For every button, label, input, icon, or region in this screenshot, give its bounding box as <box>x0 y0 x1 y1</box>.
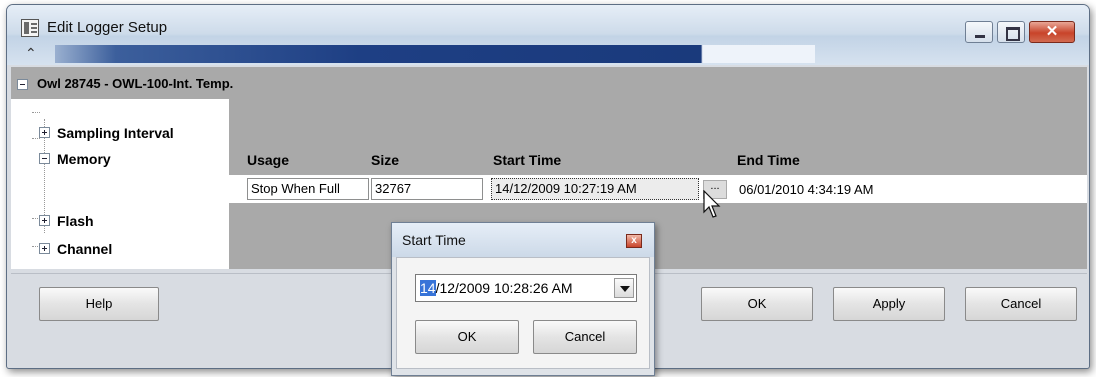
day-segment[interactable]: 14 <box>420 280 436 296</box>
column-header-usage: Usage <box>247 152 290 168</box>
usage-field[interactable]: Stop When Full <box>247 178 369 200</box>
dialog-cancel-button[interactable]: Cancel <box>533 320 637 354</box>
collapse-icon[interactable] <box>17 79 28 90</box>
start-time-datetime-picker[interactable]: 14/12/2009 10:28:26 AM <box>415 274 637 302</box>
tree-item-label: Flash <box>57 213 94 229</box>
cancel-button[interactable]: Cancel <box>965 287 1077 321</box>
help-button[interactable]: Help <box>39 287 159 321</box>
window-title: Edit Logger Setup <box>47 19 168 36</box>
logger-group-title: Owl 28745 - OWL-100-Int. Temp. <box>37 76 234 91</box>
start-time-dialog: Start Time x 14/12/2009 10:28:26 AM OK C… <box>391 222 655 376</box>
apply-button[interactable]: Apply <box>833 287 945 321</box>
size-field[interactable]: 32767 <box>371 178 483 200</box>
dropdown-arrow-icon[interactable] <box>614 278 634 298</box>
dialog-ok-button[interactable]: OK <box>415 320 519 354</box>
expand-icon[interactable] <box>39 127 50 138</box>
minimize-button[interactable] <box>965 21 993 43</box>
close-icon: ✕ <box>1045 23 1059 40</box>
dialog-close-button[interactable]: x <box>626 234 642 248</box>
tree-item-label: Memory <box>57 151 111 167</box>
settings-tree: Sampling Interval Memory Flash Channel <box>11 99 229 269</box>
end-time-value: 06/01/2010 4:34:19 AM <box>739 182 874 197</box>
maximize-button[interactable] <box>997 21 1025 43</box>
tree-item-label: Sampling Interval <box>57 125 174 141</box>
tree-connector <box>32 138 40 139</box>
logger-group-header: Owl 28745 - OWL-100-Int. Temp. <box>11 67 1087 99</box>
expand-icon[interactable] <box>39 243 50 254</box>
expand-icon[interactable] <box>39 215 50 226</box>
column-header-start-time: Start Time <box>493 152 562 168</box>
mouse-cursor-icon <box>703 190 721 218</box>
title-bar[interactable]: Edit Logger Setup ⌃ ✕ <box>7 5 1089 65</box>
ok-button[interactable]: OK <box>701 287 813 321</box>
app-icon <box>21 19 39 37</box>
column-header-end-time: End Time <box>737 152 800 168</box>
close-button[interactable]: ✕ <box>1029 21 1075 43</box>
title-decoration-band <box>55 45 815 63</box>
dialog-title: Start Time <box>402 232 466 248</box>
column-header-size: Size <box>371 152 400 168</box>
memory-row: Stop When Full 32767 14/12/2009 10:27:19… <box>229 175 1087 203</box>
dialog-body: 14/12/2009 10:28:26 AM OK Cancel <box>396 257 650 369</box>
start-time-field[interactable]: 14/12/2009 10:27:19 AM <box>491 178 699 200</box>
collapse-icon[interactable] <box>39 153 50 164</box>
date-time-rest: /12/2009 10:28:26 AM <box>435 280 573 296</box>
dialog-title-bar[interactable]: Start Time x <box>392 223 654 257</box>
tree-item-label: Channel <box>57 241 113 257</box>
tree-connector <box>32 112 40 113</box>
decorative-arrow-icon: ⌃ <box>25 45 37 61</box>
